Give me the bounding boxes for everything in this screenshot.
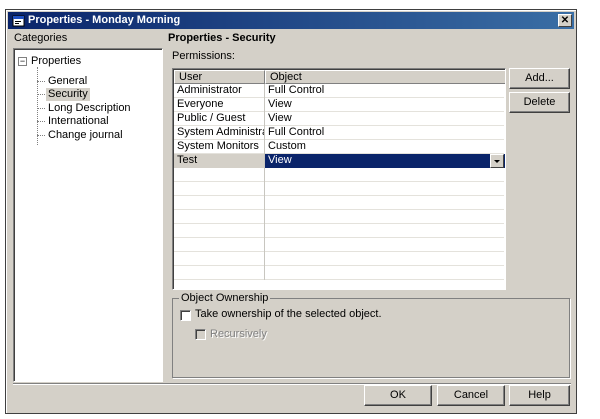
user-cell: Public / Guest [174,112,265,126]
object-cell: Full Control [268,126,325,138]
object-permission-dropdown[interactable]: View [265,154,505,168]
table-row[interactable]: Everyone View [174,98,504,112]
empty-cell [174,168,265,182]
add-button[interactable]: Add... [509,68,570,89]
tree-item-label: Security [46,88,90,101]
empty-cell [265,196,505,210]
tree-item-label: Long Description [48,102,131,114]
tree-connector [37,67,38,145]
empty-cell [174,224,265,238]
cancel-button[interactable]: Cancel [437,385,505,406]
tree-item-label: General [48,75,88,87]
table-row[interactable]: Administrator Full Control [174,84,504,98]
empty-cell [265,266,505,280]
empty-table-row[interactable] [174,168,504,182]
page-title: Properties - Security [168,32,276,44]
empty-table-row[interactable] [174,224,504,238]
title-bar[interactable]: Properties - Monday Morning ✕ [8,12,574,29]
categories-label: Categories [14,32,68,44]
table-body: Administrator Full Control Everyone View Pub… [174,84,505,288]
ok-button[interactable]: OK [364,385,432,406]
user-cell: System Administrators [174,126,265,140]
empty-table-row[interactable] [174,196,504,210]
help-button[interactable]: Help [509,385,570,406]
take-ownership-label[interactable]: Take ownership of the selected object. [195,308,382,320]
empty-cell [265,238,505,252]
recursively-checkbox[interactable] [195,329,206,340]
empty-table-row[interactable] [174,266,504,280]
empty-table-row[interactable] [174,210,504,224]
empty-cell [174,196,265,210]
column-header-object[interactable]: Object [265,70,505,84]
column-header-user[interactable]: User [174,70,265,84]
chevron-down-icon[interactable] [490,154,504,168]
permissions-table[interactable]: User Object Administrator Full Control Eve… [172,68,506,290]
empty-cell [265,252,505,266]
empty-cell [174,252,265,266]
user-cell: Test [174,154,265,168]
object-cell: View [268,98,292,110]
group-legend: Object Ownership [179,292,271,304]
properties-window-icon [12,15,25,27]
empty-cell [174,266,265,280]
tree-item-label: Change journal [48,129,123,141]
empty-table-row[interactable] [174,252,504,266]
table-header: User Object [174,70,505,84]
window-title: Properties - Monday Morning [28,14,181,26]
tree-root-properties[interactable]: Properties [31,55,81,67]
collapse-icon[interactable]: − [18,57,27,66]
empty-table-row[interactable] [174,238,504,252]
empty-table-row[interactable] [174,182,504,196]
user-cell: Administrator [174,84,265,98]
empty-cell [174,182,265,196]
category-tree[interactable]: − Properties General Security Long Descr… [13,48,163,382]
table-row[interactable]: System Monitors Custom [174,140,504,154]
table-row[interactable]: Test View [174,154,505,168]
permissions-label: Permissions: [172,50,235,62]
close-icon: ✕ [560,15,570,26]
empty-cell [174,210,265,224]
table-row[interactable]: Public / Guest View [174,112,504,126]
properties-dialog: Properties - Monday Morning ✕ Categories… [5,9,577,414]
object-cell: Custom [268,140,306,152]
empty-cell [265,168,505,182]
object-cell: View [268,112,292,124]
user-cell: System Monitors [174,140,265,154]
empty-cell [265,224,505,238]
tree-item-label: International [48,115,109,127]
empty-cell [174,238,265,252]
empty-cell [265,210,505,224]
object-cell: Full Control [268,84,325,96]
close-button[interactable]: ✕ [558,14,572,27]
table-row[interactable]: System AdministratorsFull Control [174,126,504,140]
recursively-label: Recursively [210,328,267,340]
delete-button[interactable]: Delete [509,92,570,113]
take-ownership-checkbox[interactable] [180,310,191,321]
empty-cell [265,182,505,196]
user-cell: Everyone [174,98,265,112]
object-ownership-group: Object Ownership Take ownership of the s… [172,292,570,378]
